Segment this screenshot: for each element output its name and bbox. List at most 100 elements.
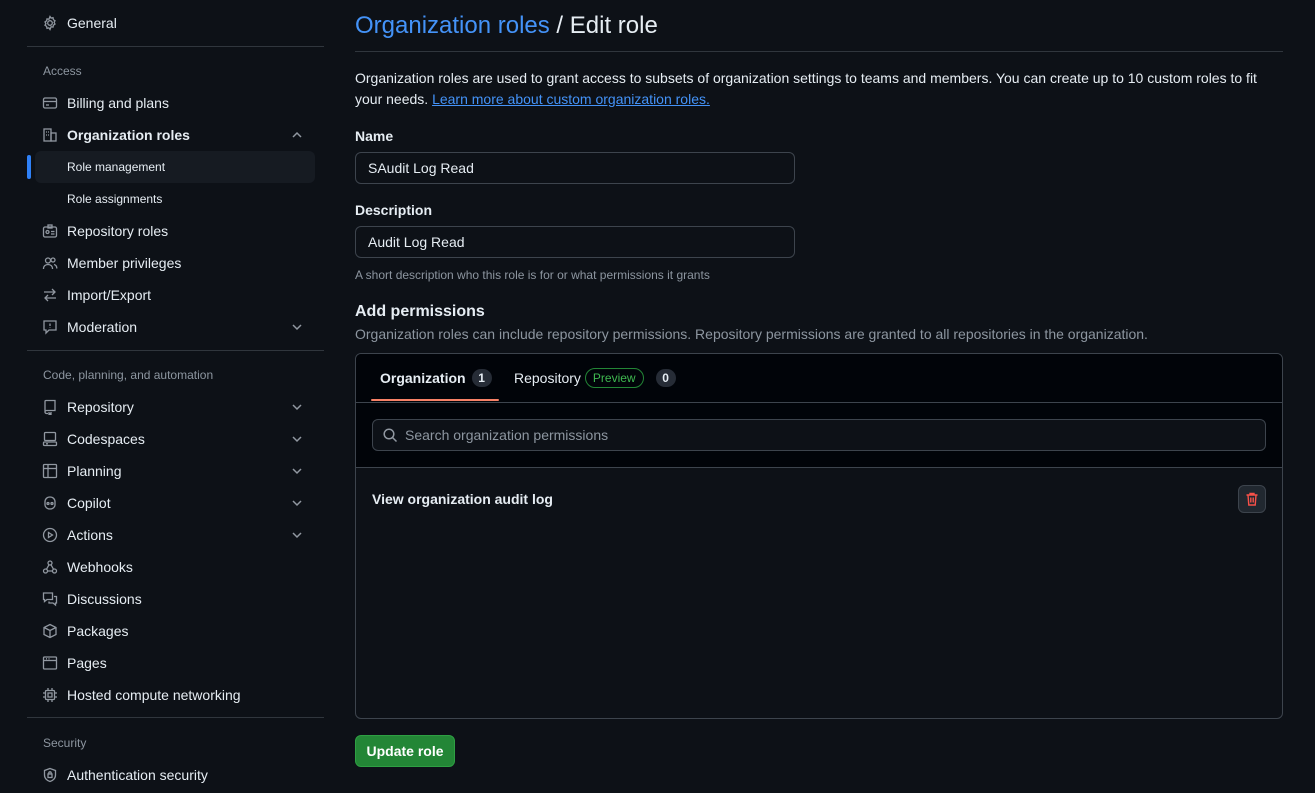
settings-sidebar: General Access Billing and plans Organiz… [27,0,324,793]
organization-icon [42,127,58,143]
tab-counter: 1 [471,369,492,387]
shield-lock-icon [42,767,58,783]
sidebar-item-moderation[interactable]: Moderation [35,311,315,343]
cpu-icon [42,687,58,703]
sidebar-item-label: Codespaces [67,431,145,447]
sidebar-item-member-privileges[interactable]: Member privileges [35,247,315,279]
section-heading-code: Code, planning, and automation [43,368,214,382]
update-role-button[interactable]: Update role [355,735,455,767]
sidebar-item-label: Copilot [67,495,111,511]
description-hint: A short description who this role is for… [355,268,710,282]
sidebar-divider [27,46,324,47]
sidebar-item-label: Pages [67,655,107,671]
description-label: Description [355,202,433,218]
sidebar-item-repository[interactable]: Repository [35,391,315,423]
sidebar-item-packages[interactable]: Packages [35,615,315,647]
chevron-down-icon [289,527,305,543]
header-divider [355,51,1283,52]
table-icon [42,463,58,479]
people-icon [42,255,58,271]
repo-icon [42,399,58,415]
sidebar-item-label: Billing and plans [67,95,169,111]
sidebar-item-label: Webhooks [67,559,133,575]
description-input[interactable] [355,226,795,258]
permissions-title: Add permissions [355,303,485,320]
sidebar-item-planning[interactable]: Planning [35,455,315,487]
preview-badge: Preview [584,368,644,388]
tab-label: Organization [380,370,466,386]
breadcrumb-link-organization-roles[interactable]: Organization roles [355,12,550,39]
remove-permission-button[interactable] [1238,485,1266,513]
sidebar-item-webhooks[interactable]: Webhooks [35,551,315,583]
chevron-down-icon [289,495,305,511]
sidebar-item-copilot[interactable]: Copilot [35,487,315,519]
chevron-down-icon [289,463,305,479]
sidebar-item-organization-roles[interactable]: Organization roles [35,119,315,151]
name-input[interactable] [355,152,795,184]
tab-counter: 0 [655,369,676,387]
sidebar-divider [27,350,324,351]
sidebar-item-label: Actions [67,527,113,543]
sidebar-item-label: Import/Export [67,287,152,303]
sidebar-item-role-assignments[interactable]: Role assignments [35,183,315,215]
sidebar-item-codespaces[interactable]: Codespaces [35,423,315,455]
name-label: Name [355,128,394,144]
play-circle-icon [42,527,58,543]
sidebar-item-pages[interactable]: Pages [35,647,315,679]
copilot-icon [42,495,58,511]
intro-text: Organization roles are used to grant acc… [355,68,1275,110]
sidebar-item-label: Organization roles [67,127,190,143]
report-icon [42,319,58,335]
sidebar-item-label: Packages [67,623,129,639]
sidebar-item-label: Authentication security [67,767,208,783]
sidebar-item-label: Moderation [67,319,138,335]
sidebar-divider [27,717,324,718]
search-permissions-input[interactable] [405,427,1265,443]
sidebar-item-billing[interactable]: Billing and plans [35,87,315,119]
breadcrumb: Organization roles / Edit role [355,12,658,40]
arrow-switch-icon [42,287,58,303]
permissions-tabs: Organization 1 Repository Preview 0 [356,354,1282,403]
active-tab-underline [371,399,499,401]
sidebar-item-label: Repository [67,399,134,415]
id-badge-icon [42,223,58,239]
breadcrumb-separator: / [549,12,570,39]
permissions-description: Organization roles can include repositor… [355,326,1148,342]
sidebar-item-authentication-security[interactable]: Authentication security [35,759,315,791]
credit-card-icon [42,95,58,111]
permissions-panel: Organization 1 Repository Preview 0 View… [355,353,1283,719]
sidebar-item-label: Repository roles [67,223,169,239]
comment-discussion-icon [42,591,58,607]
trash-icon [1244,491,1260,507]
sidebar-item-role-management[interactable]: Role management [35,151,315,183]
chevron-up-icon [289,127,305,143]
learn-more-link[interactable]: Learn more about custom organization rol… [432,91,710,107]
chevron-down-icon [289,399,305,415]
permission-item-label: View organization audit log [372,491,553,507]
sidebar-item-hosted-compute[interactable]: Hosted compute networking [35,679,315,711]
package-icon [42,623,58,639]
section-heading-security: Security [43,736,87,750]
sidebar-item-discussions[interactable]: Discussions [35,583,315,615]
tab-label: Repository [514,370,581,386]
sidebar-item-import-export[interactable]: Import/Export [35,279,315,311]
chevron-down-icon [289,319,305,335]
codespaces-icon [42,431,58,447]
sidebar-item-label: Hosted compute networking [67,687,241,703]
gear-icon [42,15,58,31]
tab-organization[interactable]: Organization 1 [380,354,492,402]
sidebar-item-label: Discussions [67,591,142,607]
sidebar-item-repository-roles[interactable]: Repository roles [35,215,315,247]
search-section [356,403,1282,468]
search-box [372,419,1266,451]
page-title: Edit role [569,12,658,39]
sidebar-item-general[interactable]: General [35,7,315,39]
sidebar-item-label: Planning [67,463,122,479]
search-icon [382,427,398,443]
tab-repository[interactable]: Repository Preview 0 [514,354,676,402]
chevron-down-icon [289,431,305,447]
section-heading-access: Access [43,64,82,78]
sidebar-item-actions[interactable]: Actions [35,519,315,551]
sidebar-item-label: Member privileges [67,255,182,271]
webhook-icon [42,559,58,575]
